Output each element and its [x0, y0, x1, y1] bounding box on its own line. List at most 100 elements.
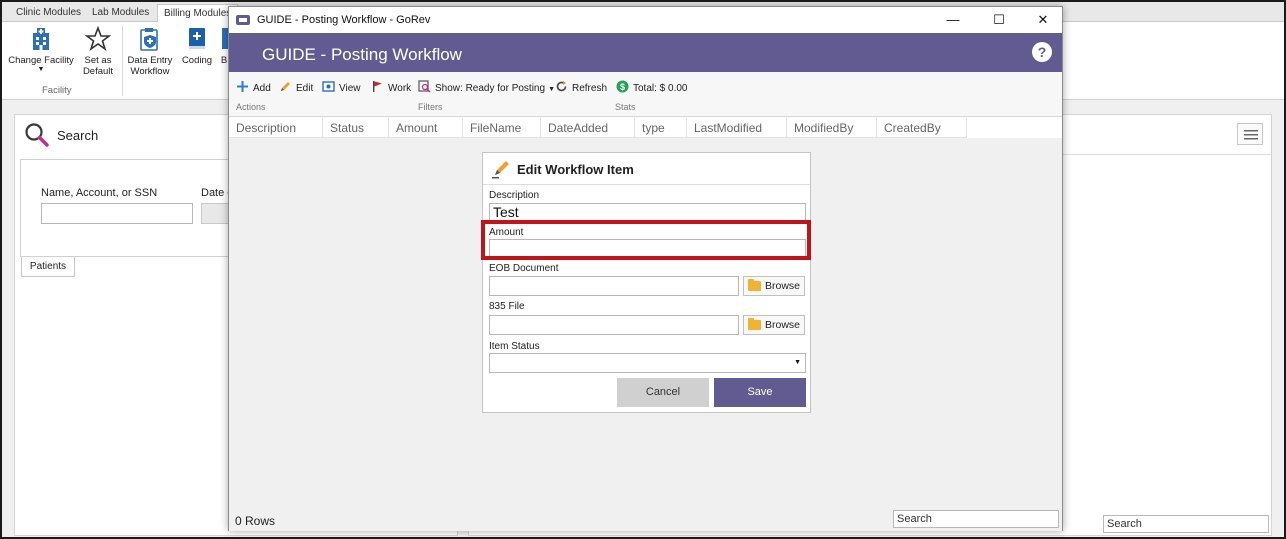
change-facility-label: Change Facility	[8, 55, 74, 66]
eob-browse-label: Browse	[765, 280, 801, 292]
grid-header: Description Status Amount FileName DateA…	[229, 118, 1062, 138]
star-icon	[85, 26, 111, 52]
filter-search-icon	[418, 80, 431, 93]
eob-document-label: EOB Document	[489, 263, 559, 274]
change-facility-button[interactable]: Change Facility ▼	[8, 26, 74, 74]
minimize-button[interactable]: —	[936, 10, 970, 30]
total-stat: $ Total: $ 0.00	[616, 80, 687, 96]
column-filename[interactable]: FileName	[463, 118, 541, 138]
column-lastmodified[interactable]: LastModified	[687, 118, 787, 138]
file-835-label: 835 File	[489, 301, 525, 312]
set-as-default-label-1: Set as	[84, 55, 112, 66]
column-description[interactable]: Description	[229, 118, 323, 138]
magnifier-icon	[25, 123, 49, 147]
work-label: Work	[388, 83, 412, 94]
pencil-icon	[281, 82, 290, 91]
refresh-label: Refresh	[572, 83, 608, 94]
posting-workflow-window: GUIDE - Posting Workflow - GoRev — ☐ ✕ G…	[228, 6, 1063, 531]
clipboard-shield-icon	[140, 28, 158, 51]
dropdown-arrow-icon: ▼	[37, 66, 45, 73]
facility-icon	[33, 28, 49, 50]
add-label: Add	[253, 83, 271, 94]
data-entry-label-1: Data Entry	[127, 55, 173, 66]
workflow-toolbar: Add Edit View Work Show: Ready for Posti…	[229, 72, 1062, 117]
window-header-title: GUIDE - Posting Workflow	[262, 45, 462, 64]
save-button[interactable]: Save	[714, 378, 806, 407]
coding-label: Coding	[181, 55, 213, 66]
show-filter-label: Show: Ready for Posting	[435, 83, 546, 94]
column-status[interactable]: Status	[323, 118, 389, 138]
show-filter-dropdown[interactable]: Show: Ready for Posting ▼	[418, 80, 555, 96]
close-button[interactable]: ✕	[1026, 10, 1060, 30]
toolbar-group-actions: Actions	[236, 102, 266, 112]
item-status-label: Item Status	[489, 341, 540, 352]
item-status-select[interactable]: ▼	[489, 353, 806, 373]
cancel-button[interactable]: Cancel	[617, 378, 709, 407]
refresh-icon	[556, 81, 567, 92]
set-as-default-button[interactable]: Set as Default	[78, 26, 118, 77]
file-835-browse-button[interactable]: Browse	[743, 315, 805, 335]
data-entry-label-2: Workflow	[130, 66, 170, 77]
toolbar-group-filters: Filters	[418, 102, 443, 112]
row-count: 0 Rows	[235, 514, 276, 528]
edit-pencil-icon	[492, 161, 509, 179]
eob-document-input[interactable]	[489, 276, 739, 296]
edit-button[interactable]: Edit	[279, 80, 313, 96]
view-button[interactable]: View	[322, 80, 361, 96]
window-title: GUIDE - Posting Workflow - GoRev	[257, 14, 431, 26]
screen-frame: Clinic Modules Lab Modules Billing Modul…	[0, 0, 1286, 539]
help-icon[interactable]: ?	[1032, 42, 1052, 62]
menu-button[interactable]	[1237, 123, 1263, 145]
description-label: Description	[489, 190, 540, 201]
edit-workflow-item-form: Edit Workflow Item Description Test Amou…	[482, 152, 811, 413]
total-label: Total: $ 0.00	[633, 83, 688, 94]
column-dateadded[interactable]: DateAdded	[541, 118, 635, 138]
set-as-default-label-2: Default	[82, 66, 114, 77]
column-createdby[interactable]: CreatedBy	[877, 118, 967, 138]
eob-browse-button[interactable]: Browse	[743, 276, 805, 296]
work-button[interactable]: Work	[371, 80, 411, 96]
dollar-icon: $	[616, 80, 629, 93]
view-label: View	[339, 83, 361, 94]
data-entry-workflow-button[interactable]: Data Entry Workflow	[126, 26, 174, 77]
plus-icon	[237, 81, 248, 92]
svg-text:$: $	[620, 82, 625, 92]
form-header: Edit Workflow Item	[483, 153, 810, 185]
amount-highlight-box	[481, 220, 811, 260]
name-account-ssn-input[interactable]	[41, 203, 193, 224]
folder-icon	[748, 279, 761, 291]
refresh-button[interactable]: Refresh	[555, 80, 607, 96]
grid-search-input[interactable]: Search	[893, 510, 1059, 528]
status-bar: 0 Rows Search	[229, 509, 1062, 531]
tab-clinic-modules[interactable]: Clinic Modules	[10, 4, 87, 22]
file-835-input[interactable]	[489, 315, 739, 335]
column-amount[interactable]: Amount	[389, 118, 463, 138]
ribbon-partial-label: B	[220, 55, 228, 66]
name-account-ssn-label: Name, Account, or SSN	[41, 187, 158, 199]
edit-label: Edit	[296, 83, 314, 94]
column-modifiedby[interactable]: ModifiedBy	[787, 118, 877, 138]
patients-tab[interactable]: Patients	[21, 257, 75, 277]
chevron-down-icon: ▼	[548, 86, 555, 93]
book-icon	[189, 28, 205, 49]
window-titlebar: GUIDE - Posting Workflow - GoRev — ☐ ✕	[229, 7, 1062, 33]
column-type[interactable]: type	[635, 118, 687, 138]
coding-button[interactable]: Coding	[180, 26, 214, 66]
search-title: Search	[57, 128, 99, 143]
window-header: GUIDE - Posting Workflow ?	[229, 33, 1062, 72]
folder-icon	[748, 318, 761, 330]
tab-billing-modules[interactable]: Billing Modules	[157, 4, 239, 23]
file-835-browse-label: Browse	[765, 319, 801, 331]
chevron-down-icon: ▼	[794, 359, 801, 366]
form-title: Edit Workflow Item	[517, 162, 634, 177]
right-panel-search-input[interactable]: Search	[1103, 515, 1269, 533]
maximize-button[interactable]: ☐	[982, 10, 1016, 30]
ribbon-group-facility: Facility	[42, 85, 72, 96]
flag-icon	[373, 81, 382, 92]
view-icon	[322, 81, 335, 92]
hamburger-icon	[1244, 130, 1258, 140]
tab-lab-modules[interactable]: Lab Modules	[86, 4, 155, 22]
add-button[interactable]: Add	[236, 80, 271, 96]
ribbon-separator	[122, 26, 123, 96]
toolbar-group-stats: Stats	[615, 102, 636, 112]
